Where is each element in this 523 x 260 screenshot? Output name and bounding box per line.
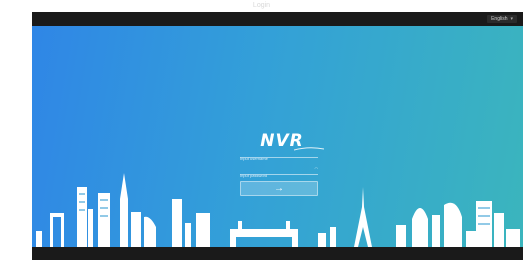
dome-building — [36, 231, 42, 247]
chevron-down-icon: ▾ — [510, 16, 513, 22]
curved-building — [144, 216, 156, 247]
tower-bridge — [230, 221, 298, 247]
language-select[interactable]: English ▾ — [487, 15, 517, 23]
spire-tower — [120, 173, 128, 247]
top-strip: Login — [0, 0, 523, 12]
arch-tower — [50, 213, 64, 247]
gherkin-building — [412, 208, 428, 247]
login-hero: NVR ◠ → — [32, 26, 523, 247]
eiffel-tower — [354, 187, 372, 247]
lattice-tower — [77, 187, 87, 247]
city-skyline-illustration — [36, 173, 520, 247]
curved-tower — [444, 202, 462, 247]
bottom-bar — [32, 247, 523, 260]
stepped-skyscraper — [98, 193, 110, 247]
top-bar: English ▾ — [32, 12, 523, 26]
tall-slab — [172, 199, 182, 247]
page-title: Login — [252, 2, 271, 9]
language-label: English — [491, 16, 508, 22]
